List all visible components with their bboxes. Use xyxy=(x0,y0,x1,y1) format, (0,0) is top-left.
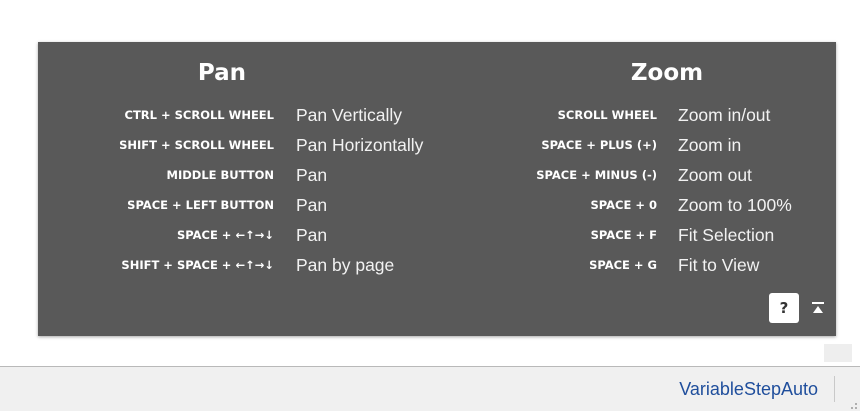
pan-action: Pan Horizontally xyxy=(296,135,424,155)
pan-action: Pan xyxy=(296,225,328,245)
zoom-action: Fit to View xyxy=(678,255,760,275)
pan-key: SPACE + LEFT BUTTON xyxy=(127,198,274,212)
zoom-action: Fit Selection xyxy=(678,225,775,245)
pan-key: SPACE + ←↑→↓ xyxy=(176,228,274,242)
pan-action: Pan Vertically xyxy=(296,105,403,125)
shortcuts-panel: Pan Zoom CTRL + SCROLL WHEEL SHIFT + SCR… xyxy=(38,42,836,336)
zoom-action: Zoom to 100% xyxy=(678,195,792,215)
pan-key: CTRL + SCROLL WHEEL xyxy=(124,108,274,122)
zoom-key: SPACE + PLUS (+) xyxy=(541,138,657,152)
zoom-key: SPACE + F xyxy=(590,228,657,242)
zoom-key: SPACE + G xyxy=(589,258,657,272)
pan-key: MIDDLE BUTTON xyxy=(166,168,274,182)
pan-action: Pan by page xyxy=(296,255,395,275)
help-button[interactable]: ? xyxy=(769,293,799,323)
resize-handle xyxy=(824,344,852,362)
pan-title: Pan xyxy=(197,60,247,86)
pan-action: Pan xyxy=(296,195,328,215)
zoom-action: Zoom in/out xyxy=(678,105,771,125)
status-bar: VariableStepAuto xyxy=(0,366,860,411)
zoom-key: SCROLL WHEEL xyxy=(557,108,657,122)
pan-action: Pan xyxy=(296,165,328,185)
zoom-action: Zoom out xyxy=(678,165,752,185)
pan-key: SHIFT + SCROLL WHEEL xyxy=(119,138,274,152)
collapse-up-icon[interactable] xyxy=(810,300,826,316)
zoom-key: SPACE + 0 xyxy=(590,198,658,212)
zoom-title: Zoom xyxy=(630,60,704,86)
zoom-key: SPACE + MINUS (-) xyxy=(536,168,657,182)
solver-status[interactable]: VariableStepAuto xyxy=(679,367,818,412)
resize-grip-icon[interactable] xyxy=(846,395,858,409)
status-separator xyxy=(834,376,835,402)
pan-key: SHIFT + SPACE + ←↑→↓ xyxy=(121,258,274,272)
zoom-action: Zoom in xyxy=(678,135,742,155)
